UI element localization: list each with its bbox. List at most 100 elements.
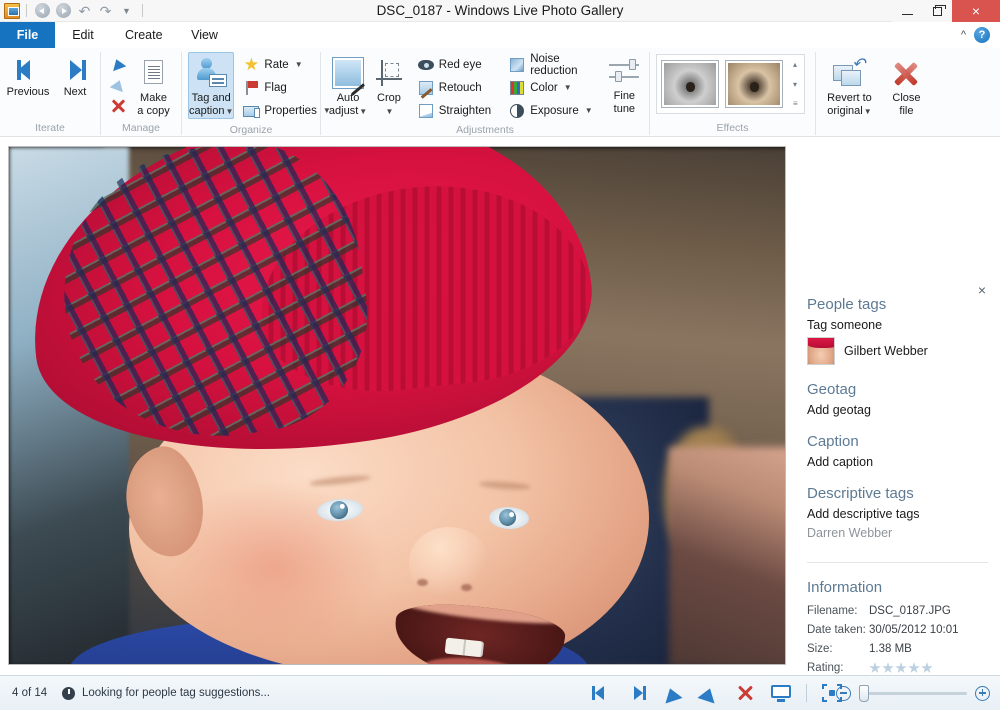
ribbon-group-organize: Tag and caption▼ Rate ▼ Flag Properties …: [182, 48, 331, 137]
zoom-in-button[interactable]: [975, 685, 990, 701]
help-icon[interactable]: ?: [974, 27, 990, 43]
photo-gallery-app-icon[interactable]: [4, 2, 20, 19]
auto-adjust-caret-icon[interactable]: ▼: [359, 107, 367, 116]
people-tag-item[interactable]: Gilbert Webber: [807, 337, 988, 365]
retouch-icon: [418, 80, 434, 96]
sidebar-divider: [807, 562, 988, 563]
qat-separator-2: [142, 4, 143, 17]
descriptive-tag-item[interactable]: Darren Webber: [807, 526, 988, 540]
zoom-slider-thumb[interactable]: [859, 684, 869, 702]
tab-edit[interactable]: Edit: [55, 22, 111, 48]
tab-filler: [233, 22, 961, 48]
red-eye-button[interactable]: Red eye: [413, 54, 496, 75]
tag-and-caption-icon: [195, 57, 228, 89]
crop-button[interactable]: Crop ▼: [371, 52, 407, 119]
minimize-button[interactable]: [892, 0, 922, 22]
undo-icon[interactable]: ↶: [75, 1, 94, 20]
next-photo-button[interactable]: [626, 682, 648, 704]
sidebar-close-icon[interactable]: ×: [974, 282, 990, 298]
effects-scroll-down-icon[interactable]: ▾: [793, 80, 798, 89]
tag-someone-link[interactable]: Tag someone: [807, 318, 988, 332]
tag-and-caption-button[interactable]: Tag and caption▼: [188, 52, 235, 119]
straighten-label: Straighten: [438, 104, 492, 117]
crop-icon: [373, 57, 405, 89]
effects-scroll-up-icon[interactable]: ▴: [793, 60, 798, 69]
close-file-button[interactable]: Close file: [883, 54, 930, 118]
delete-photo-icon: [736, 684, 754, 702]
exposure-caret-icon[interactable]: ▼: [585, 106, 593, 115]
tab-create[interactable]: Create: [111, 22, 177, 48]
rating-star-3[interactable]: [895, 662, 907, 673]
make-a-copy-button[interactable]: Make a copy: [132, 52, 175, 118]
customize-qat-icon[interactable]: ▼: [117, 1, 136, 20]
rotate-right-button[interactable]: [107, 75, 129, 95]
straighten-icon: [418, 103, 434, 119]
status-message-area: Looking for people tag suggestions...: [62, 686, 270, 700]
effects-gallery[interactable]: ▴ ▾ ≡: [656, 54, 805, 114]
rating-star-5[interactable]: [921, 662, 933, 673]
back-icon[interactable]: [33, 1, 52, 20]
delete-icon: [110, 98, 126, 114]
previous-button[interactable]: Previous: [6, 52, 50, 100]
title-bar: ↶ ↷ ▼ DSC_0187 - Windows Live Photo Gall…: [0, 0, 1000, 22]
zoom-slider[interactable]: [859, 684, 967, 702]
rating-star-2[interactable]: [882, 662, 894, 673]
exposure-button[interactable]: Exposure ▼: [504, 100, 598, 121]
information-heading: Information: [807, 579, 883, 596]
add-caption-link[interactable]: Add caption: [807, 455, 988, 469]
revert-label-1: Revert to: [827, 92, 872, 104]
fine-tune-icon: [607, 57, 641, 87]
close-button[interactable]: ×: [952, 0, 1000, 22]
next-button[interactable]: Next: [56, 52, 94, 100]
photo-gallery-window: ↶ ↷ ▼ DSC_0187 - Windows Live Photo Gall…: [0, 0, 1000, 710]
effect-black-and-white[interactable]: [661, 60, 719, 108]
ribbon: Previous Next Iterate Make a copy Manage…: [0, 48, 1000, 137]
group-label-file-actions: [816, 119, 936, 137]
straighten-button[interactable]: Straighten: [413, 100, 496, 121]
info-key-date-taken: Date taken:: [807, 624, 866, 636]
rotate-left-button[interactable]: [107, 54, 129, 74]
status-message: Looking for people tag suggestions...: [82, 687, 270, 699]
rotate-left-icon: [109, 56, 127, 72]
add-descriptive-tags-link[interactable]: Add descriptive tags: [807, 507, 988, 521]
people-tag-name[interactable]: Gilbert Webber: [844, 344, 928, 358]
retouch-button[interactable]: Retouch: [413, 77, 496, 98]
color-caret-icon[interactable]: ▼: [564, 83, 572, 92]
color-button[interactable]: Color ▼: [504, 77, 598, 98]
flag-label: Flag: [264, 81, 287, 94]
tag-and-caption-caret-icon[interactable]: ▼: [225, 107, 233, 116]
rating-star-1[interactable]: [869, 662, 881, 673]
delete-button[interactable]: [107, 96, 129, 116]
fine-tune-button[interactable]: Fine tune: [606, 52, 643, 116]
group-label-manage: Manage: [122, 122, 160, 134]
content-area: × People tags Tag someone Gilbert Webber…: [0, 137, 1000, 710]
add-geotag-link[interactable]: Add geotag: [807, 403, 988, 417]
auto-adjust-button[interactable]: Auto adjust▼: [327, 52, 369, 119]
revert-caret-icon[interactable]: ▼: [864, 107, 872, 116]
rotate-clockwise-icon: [697, 685, 719, 704]
previous-photo-button[interactable]: [590, 682, 612, 704]
slideshow-button[interactable]: [770, 682, 792, 704]
forward-icon[interactable]: [54, 1, 73, 20]
zoom-out-button[interactable]: [836, 685, 851, 701]
delete-photo-button[interactable]: [734, 682, 756, 704]
effects-more-icon[interactable]: ≡: [793, 99, 798, 108]
maximize-button[interactable]: [922, 0, 952, 22]
tab-view[interactable]: View: [177, 22, 233, 48]
rotate-counterclockwise-button[interactable]: [661, 682, 684, 704]
auto-adjust-label-2: adjust: [328, 104, 359, 117]
revert-label-2: original: [827, 104, 863, 117]
effect-sepia[interactable]: [725, 60, 783, 108]
collapse-ribbon-icon[interactable]: ^: [961, 29, 966, 41]
noise-reduction-button[interactable]: Noise reduction: [504, 53, 598, 77]
rate-caret-icon[interactable]: ▼: [295, 60, 303, 69]
window-controls: ×: [892, 0, 1000, 22]
photo-viewer[interactable]: [8, 146, 786, 665]
redo-icon[interactable]: ↷: [96, 1, 115, 20]
revert-to-original-button[interactable]: ↶ Revert to original▼: [822, 54, 877, 119]
rating-star-4[interactable]: [908, 662, 920, 673]
rotate-clockwise-button[interactable]: [697, 682, 720, 704]
tab-file[interactable]: File: [0, 22, 55, 48]
crop-caret-icon[interactable]: ▼: [385, 107, 393, 116]
fine-tune-label-2: tune: [613, 102, 636, 115]
